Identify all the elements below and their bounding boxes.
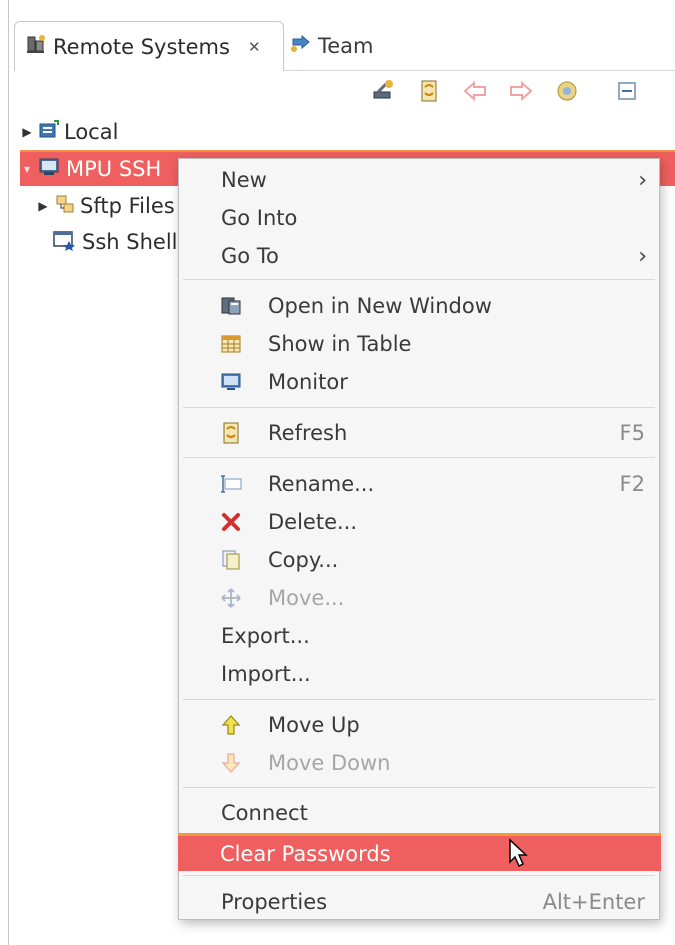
menu-item-refresh[interactable]: Refresh F5 bbox=[179, 414, 659, 452]
tab-close-icon[interactable]: ✕ bbox=[248, 38, 261, 56]
menu-item-label: Rename... bbox=[268, 472, 375, 496]
menu-item-show-in-table[interactable]: Show in Table bbox=[179, 325, 659, 363]
tab-remote-systems[interactable]: Remote Systems ✕ bbox=[14, 21, 284, 71]
mouse-pointer-icon bbox=[508, 838, 530, 873]
menu-item-move-up[interactable]: Move Up bbox=[179, 706, 659, 744]
menu-separator bbox=[183, 699, 655, 700]
menu-item-go-into[interactable]: Go Into bbox=[179, 199, 659, 237]
refresh-icon bbox=[219, 421, 243, 445]
back-button[interactable] bbox=[457, 76, 493, 110]
refresh-toolbar-button[interactable] bbox=[411, 76, 447, 110]
menu-item-move[interactable]: Move... bbox=[179, 579, 659, 617]
menu-item-label: Go To bbox=[221, 244, 279, 268]
context-menu: New › Go Into Go To › Open in New Window… bbox=[178, 158, 661, 921]
menu-item-label: Show in Table bbox=[268, 332, 412, 356]
shortcut-label: F5 bbox=[619, 421, 645, 445]
menu-separator bbox=[183, 875, 655, 876]
up-arrow-icon bbox=[219, 713, 243, 737]
menu-item-connect[interactable]: Connect bbox=[179, 794, 659, 832]
menu-item-copy[interactable]: Copy... bbox=[179, 541, 659, 579]
menu-separator bbox=[183, 787, 655, 788]
view-left-border bbox=[8, 0, 9, 945]
menu-item-label: Move Up bbox=[268, 713, 360, 737]
team-icon bbox=[290, 34, 312, 58]
menu-item-label: Properties bbox=[221, 890, 328, 914]
back-arrow-icon bbox=[462, 80, 488, 106]
menu-separator bbox=[183, 407, 655, 408]
tab-bar-divider bbox=[284, 70, 675, 71]
remote-systems-icon bbox=[25, 33, 47, 60]
tree-node-local[interactable]: ▶ Local bbox=[20, 114, 118, 150]
sftp-files-icon bbox=[54, 193, 76, 220]
copy-icon bbox=[219, 548, 243, 572]
new-connection-icon bbox=[370, 79, 396, 107]
local-host-icon bbox=[38, 119, 60, 146]
home-button[interactable] bbox=[549, 76, 585, 110]
expand-triangle-icon[interactable]: ▶ bbox=[20, 125, 34, 139]
move-icon bbox=[219, 586, 243, 610]
menu-item-monitor[interactable]: Monitor bbox=[179, 363, 659, 401]
delete-icon bbox=[219, 510, 243, 534]
submenu-chevron-icon: › bbox=[638, 167, 647, 193]
menu-item-label: Refresh bbox=[268, 421, 348, 445]
tab-team[interactable]: Team bbox=[290, 26, 374, 66]
rename-icon bbox=[219, 472, 243, 496]
monitor-icon bbox=[219, 370, 243, 394]
down-arrow-icon bbox=[219, 751, 243, 775]
menu-separator bbox=[183, 457, 655, 458]
tree-node-ssh-shells[interactable]: Ssh Shells bbox=[52, 224, 188, 260]
forward-button[interactable] bbox=[503, 76, 539, 110]
menu-item-export[interactable]: Export... bbox=[179, 617, 659, 655]
menu-item-properties[interactable]: Properties Alt+Enter bbox=[179, 883, 659, 921]
submenu-chevron-icon: › bbox=[638, 243, 647, 269]
menu-item-label: Monitor bbox=[268, 370, 348, 394]
menu-item-rename[interactable]: Rename... F2 bbox=[179, 465, 659, 503]
menu-item-clear-passwords[interactable]: Clear Passwords bbox=[178, 833, 661, 871]
tree-node-label: Ssh Shells bbox=[82, 230, 189, 254]
view-tab-bar: Remote Systems ✕ Team bbox=[14, 18, 675, 71]
menu-item-label: Import... bbox=[221, 662, 311, 686]
menu-item-new[interactable]: New › bbox=[179, 161, 659, 199]
collapse-triangle-icon[interactable]: ▾ bbox=[20, 162, 34, 176]
menu-item-label: Go Into bbox=[221, 206, 298, 230]
tree-node-label: Sftp Files bbox=[80, 194, 175, 218]
menu-item-open-in-new-window[interactable]: Open in New Window bbox=[179, 287, 659, 325]
menu-item-label: Delete... bbox=[268, 510, 358, 534]
forward-arrow-icon bbox=[508, 80, 534, 106]
menu-item-label: New bbox=[221, 168, 267, 192]
expand-triangle-icon[interactable]: ▶ bbox=[36, 199, 50, 213]
menu-item-label: Connect bbox=[221, 801, 308, 825]
tab-remote-systems-label: Remote Systems bbox=[53, 34, 230, 59]
menu-item-label: Open in New Window bbox=[268, 294, 492, 318]
new-window-icon bbox=[219, 294, 243, 318]
tree-node-label: Local bbox=[64, 120, 119, 144]
menu-item-go-to[interactable]: Go To › bbox=[179, 237, 659, 275]
menu-item-label: Copy... bbox=[268, 548, 339, 572]
shortcut-label: Alt+Enter bbox=[542, 890, 645, 914]
menu-separator bbox=[183, 279, 655, 280]
table-icon bbox=[219, 332, 243, 356]
new-connection-button[interactable] bbox=[365, 76, 401, 110]
ssh-shells-icon bbox=[52, 229, 78, 256]
tab-team-label: Team bbox=[318, 34, 374, 58]
refresh-icon bbox=[418, 78, 440, 108]
menu-item-label: Clear Passwords bbox=[220, 841, 391, 866]
menu-item-label: Move... bbox=[268, 586, 345, 610]
ssh-host-icon bbox=[38, 156, 62, 183]
tree-node-label: MPU SSH bbox=[66, 157, 162, 181]
tree-node-sftp-files[interactable]: ▶ Sftp Files bbox=[36, 188, 175, 224]
menu-item-move-down[interactable]: Move Down bbox=[179, 744, 659, 782]
home-icon bbox=[555, 79, 579, 107]
shortcut-label: F2 bbox=[619, 472, 645, 496]
collapse-all-button[interactable] bbox=[609, 76, 645, 110]
menu-item-import[interactable]: Import... bbox=[179, 655, 659, 693]
menu-item-label: Export... bbox=[221, 624, 310, 648]
view-toolbar bbox=[365, 76, 645, 110]
menu-item-delete[interactable]: Delete... bbox=[179, 503, 659, 541]
collapse-all-icon bbox=[616, 80, 638, 106]
menu-item-label: Move Down bbox=[268, 751, 391, 775]
